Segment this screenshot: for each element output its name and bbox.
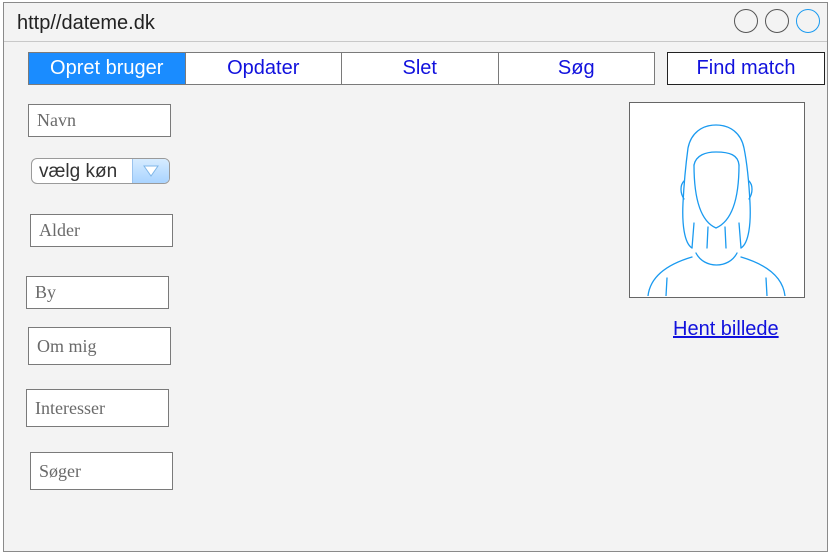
title-bar: http//dateme.dk xyxy=(4,3,827,42)
url-text: http//dateme.dk xyxy=(17,12,155,34)
person-silhouette-icon xyxy=(647,124,786,297)
tab-sog[interactable]: Søg xyxy=(497,53,655,84)
tab-opdater[interactable]: Opdater xyxy=(184,53,342,84)
chevron-down-icon[interactable] xyxy=(132,159,169,183)
tab-opret-bruger[interactable]: Opret bruger xyxy=(29,53,185,84)
alder-input[interactable] xyxy=(30,214,173,247)
gender-select[interactable]: vælg køn xyxy=(31,158,170,184)
soger-input[interactable] xyxy=(30,452,173,490)
minimize-button[interactable] xyxy=(734,9,758,33)
maximize-button[interactable] xyxy=(765,9,789,33)
interesser-input[interactable] xyxy=(26,389,169,427)
navn-input[interactable] xyxy=(28,104,171,137)
find-match-button[interactable]: Find match xyxy=(667,52,825,85)
tab-bar: Opret bruger Opdater Slet Søg xyxy=(28,52,655,85)
om-mig-input[interactable] xyxy=(28,327,171,365)
by-input[interactable] xyxy=(26,276,169,309)
browser-window: http//dateme.dk Opret bruger Opdater Sle… xyxy=(3,2,828,552)
close-button[interactable] xyxy=(796,9,820,33)
hent-billede-link[interactable]: Hent billede xyxy=(673,318,779,341)
profile-photo-frame xyxy=(629,102,805,298)
gender-select-value: vælg køn xyxy=(39,161,118,182)
tab-slet[interactable]: Slet xyxy=(341,53,498,84)
